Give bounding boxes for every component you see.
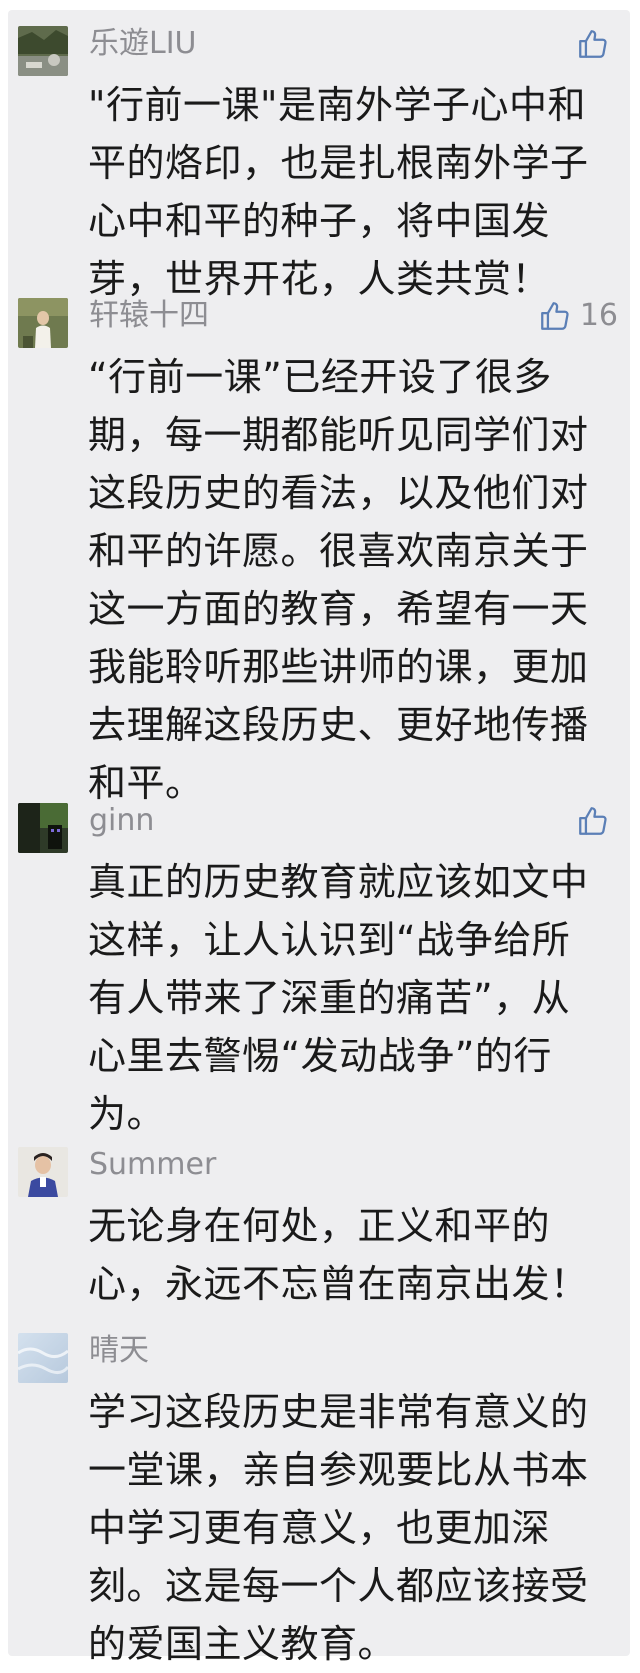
comments-panel: 乐遊LIU "行前一课"是南外学子心中和 平的烙印，也是扎根南外学子 心中和平的…	[8, 10, 630, 1666]
thumbs-up-icon	[540, 302, 569, 330]
like-button[interactable]: 16	[538, 296, 618, 336]
comment-text: “行前一课”已经开设了很多 期，每一期都能听见同学们对 这段历史的看法，以及他们…	[88, 355, 589, 805]
avatar[interactable]	[18, 26, 68, 76]
comment-item: ginn 真正的历史教育就应该如文中 这样，让人认识到“战争给所 有人带来了深重…	[8, 797, 630, 1136]
nickname[interactable]: Summer	[89, 1145, 216, 1185]
avatar[interactable]	[18, 1147, 68, 1197]
nickname[interactable]: 轩辕十四	[89, 296, 209, 336]
nickname[interactable]: 乐遊LIU	[89, 24, 197, 64]
thumbs-up-icon	[579, 30, 607, 58]
avatar[interactable]	[18, 298, 68, 348]
comment-item: 轩辕十四 16 “行前一课”已经开设了很多 期，每一期都能听见同学们对 这段历史…	[8, 292, 630, 805]
comment-item: 晴天 学习这段历史是非常有意义的 一堂课，亲自参观要比从书本 中学习更有意义，也…	[8, 1327, 630, 1666]
comment-text: 学习这段历史是非常有意义的 一堂课，亲自参观要比从书本 中学习更有意义，也更加深…	[88, 1390, 589, 1666]
like-button[interactable]	[576, 801, 618, 841]
avatar[interactable]	[18, 1333, 68, 1383]
nickname[interactable]: 晴天	[89, 1331, 149, 1371]
comment-item: Summer 无论身在何处，正义和平的 心，永远不忘曾在南京出发！	[8, 1141, 630, 1309]
comment-item: 乐遊LIU "行前一课"是南外学子心中和 平的烙印，也是扎根南外学子 心中和平的…	[8, 20, 630, 301]
comment-text: 无论身在何处，正义和平的 心，永远不忘曾在南京出发！	[88, 1204, 589, 1306]
comment-text: 真正的历史教育就应该如文中 这样，让人认识到“战争给所 有人带来了深重的痛苦”，…	[88, 860, 589, 1136]
thumbs-up-icon	[579, 807, 607, 835]
nickname[interactable]: ginn	[89, 801, 154, 841]
comment-text: "行前一课"是南外学子心中和 平的烙印，也是扎根南外学子 心中和平的种子，将中国…	[88, 83, 589, 301]
avatar[interactable]	[18, 803, 68, 853]
like-button[interactable]	[576, 24, 618, 64]
like-count: 16	[579, 298, 618, 333]
